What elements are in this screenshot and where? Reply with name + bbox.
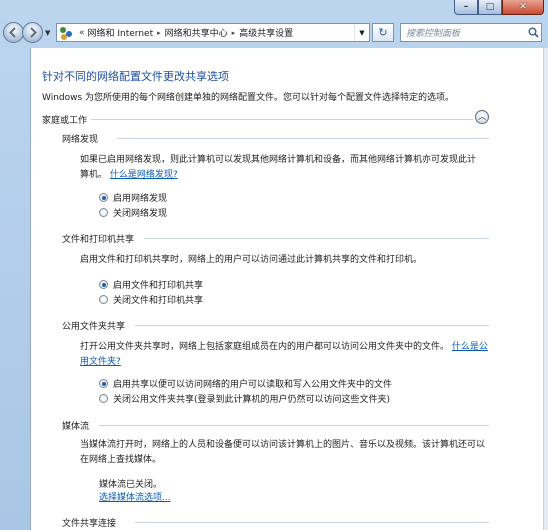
explorer-window: – □ ✕ ▼ « 网络和 Internet ▸ 网络和共享中心 ▸ 高级共享设… <box>0 0 548 530</box>
forward-arrow-icon <box>30 27 37 38</box>
page-title: 针对不同的网络配置文件更改共享选项 <box>42 70 229 83</box>
radio-label: 关闭公用文件夹共享(登录到此计算机的用户仍然可以访问这些文件夹) <box>113 395 391 405</box>
forward-button[interactable] <box>22 22 43 43</box>
page-subtitle: Windows 为您所使用的每个网络创建单独的网络配置文件。您可以针对每个配置文… <box>42 93 455 103</box>
search-input[interactable]: 搜索控制面板 <box>401 26 525 39</box>
radio-button[interactable] <box>99 193 108 202</box>
address-bar[interactable]: « 网络和 Internet ▸ 网络和共享中心 ▸ 高级共享设置 ▼ <box>56 23 370 42</box>
group-divider <box>135 522 489 523</box>
vertical-scrollbar[interactable] <box>543 48 548 530</box>
profile-label: 家庭或工作 <box>42 116 88 126</box>
minimize-button[interactable]: – <box>454 0 478 15</box>
close-icon: ✕ <box>519 2 527 12</box>
media-streaming-status: 媒体流已关闭。 <box>99 480 163 490</box>
media-streaming-heading: 媒体流 <box>62 422 90 432</box>
radio-button[interactable] <box>99 295 108 304</box>
file-sharing-connections-heading: 文件共享连接 <box>62 519 117 529</box>
radio-button[interactable] <box>99 379 108 388</box>
network-discovery-help-link[interactable]: 什么是网络发现? <box>110 170 178 180</box>
radio-label: 关闭文件和打印机共享 <box>113 296 204 306</box>
radio-button[interactable] <box>99 394 108 403</box>
close-button[interactable]: ✕ <box>502 0 544 15</box>
breadcrumb-separator-icon[interactable]: ▸ <box>232 29 236 37</box>
network-center-icon <box>60 26 74 40</box>
refresh-icon: ↻ <box>378 26 388 39</box>
recent-pages-dropdown[interactable]: ▼ <box>45 29 55 37</box>
back-button[interactable] <box>3 22 24 43</box>
search-icon[interactable] <box>525 24 541 41</box>
address-overflow-chevron[interactable]: « <box>79 28 85 38</box>
radio-button[interactable] <box>99 208 108 217</box>
breadcrumb-network-center[interactable]: 网络和共享中心 <box>165 26 228 39</box>
profile-divider <box>91 119 473 120</box>
radio-disable-public-folder-sharing[interactable]: 关闭公用文件夹共享(登录到此计算机的用户仍然可以访问这些文件夹) <box>99 392 390 405</box>
network-discovery-description: 如果已启用网络发现，则此计算机可以发现其他网络计算机和设备，而其他网络计算机亦可… <box>80 153 480 183</box>
radio-enable-file-printer-sharing[interactable]: 启用文件和打印机共享 <box>99 278 203 291</box>
maximize-button[interactable]: □ <box>478 0 502 15</box>
breadcrumb-advanced-sharing[interactable]: 高级共享设置 <box>239 26 293 39</box>
collapse-profile-button[interactable]: ︿ <box>475 110 489 124</box>
back-arrow-icon <box>9 27 16 38</box>
choose-media-options-link[interactable]: 选择媒体流选项... <box>99 493 171 503</box>
radio-label: 关闭网络发现 <box>113 209 168 219</box>
minimize-icon: – <box>463 2 469 12</box>
public-folder-sharing-description: 打开公用文件夹共享时，网络上包括家庭组成员在内的用户都可以访问公用文件夹中的文件… <box>80 340 490 370</box>
media-streaming-options-link[interactable]: 选择媒体流选项... <box>99 490 171 503</box>
network-discovery-heading: 网络发现 <box>62 135 99 145</box>
chevron-up-icon: ︿ <box>478 112 486 121</box>
group-divider <box>135 325 489 326</box>
radio-label: 启用文件和打印机共享 <box>113 281 204 291</box>
radio-label: 启用共享以便可以访问网络的用户可以读取和写入公用文件夹中的文件 <box>113 380 393 390</box>
history-buttons: ▼ <box>3 22 55 43</box>
group-divider <box>117 138 489 139</box>
group-divider <box>99 425 489 426</box>
radio-label: 启用网络发现 <box>113 194 168 204</box>
refresh-button[interactable]: ↻ <box>372 23 394 42</box>
content-pane: 针对不同的网络配置文件更改共享选项 Windows 为您所使用的每个网络创建单独… <box>30 48 545 530</box>
breadcrumb-separator-icon[interactable]: ▸ <box>157 29 161 37</box>
group-divider <box>144 238 489 239</box>
public-folder-sharing-heading: 公用文件夹共享 <box>62 322 126 332</box>
radio-enable-public-folder-sharing[interactable]: 启用共享以便可以访问网络的用户可以读取和写入公用文件夹中的文件 <box>99 377 392 390</box>
navigation-bar: ▼ « 网络和 Internet ▸ 网络和共享中心 ▸ 高级共享设置 ▼ ↻ … <box>0 20 548 46</box>
radio-disable-file-printer-sharing[interactable]: 关闭文件和打印机共享 <box>99 293 203 306</box>
public-folder-sharing-text: 打开公用文件夹共享时，网络上包括家庭组成员在内的用户都可以访问公用文件夹中的文件… <box>80 342 450 352</box>
search-box[interactable]: 搜索控制面板 <box>400 23 542 42</box>
media-streaming-description: 当媒体流打开时，网络上的人员和设备便可以访问该计算机上的图片、音乐以及视频。该计… <box>80 440 486 465</box>
file-printer-sharing-heading: 文件和打印机共享 <box>62 235 135 245</box>
file-printer-sharing-description: 启用文件和打印机共享时，网络上的用户可以访问通过此计算机共享的文件和打印机。 <box>80 255 423 265</box>
radio-button[interactable] <box>99 280 108 289</box>
address-dropdown-button[interactable]: ▼ <box>354 24 369 41</box>
breadcrumb-network-internet[interactable]: 网络和 Internet <box>88 26 154 39</box>
maximize-icon: □ <box>485 2 495 12</box>
radio-disable-network-discovery[interactable]: 关闭网络发现 <box>99 206 167 219</box>
caption-buttons: – □ ✕ <box>454 0 544 17</box>
radio-enable-network-discovery[interactable]: 启用网络发现 <box>99 191 167 204</box>
